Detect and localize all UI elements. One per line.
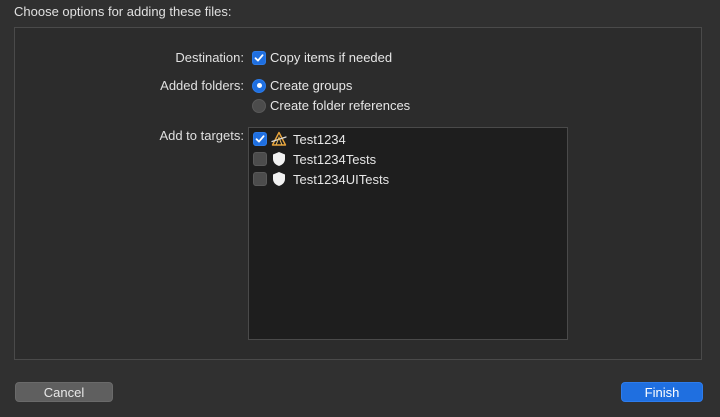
target-row-test1234tests[interactable]: Test1234Tests xyxy=(253,150,376,168)
target-name: Test1234 xyxy=(293,131,346,147)
target-checkbox-test1234[interactable] xyxy=(253,132,267,146)
added-folders-label: Added folders: xyxy=(160,78,244,93)
targets-list[interactable]: Test1234 Test1234Tests Test1234UITests xyxy=(248,127,568,340)
checkmark-icon xyxy=(255,135,265,143)
target-checkbox-test1234uitests[interactable] xyxy=(253,172,267,186)
create-folder-references-radio[interactable] xyxy=(252,98,266,113)
copy-items-checkbox[interactable] xyxy=(252,50,266,65)
create-folder-references-label: Create folder references xyxy=(270,98,411,113)
target-name: Test1234UITests xyxy=(293,171,390,187)
target-checkbox-test1234tests[interactable] xyxy=(253,152,267,166)
finish-button[interactable]: Finish xyxy=(621,382,703,402)
add-to-targets-label: Add to targets: xyxy=(159,128,244,143)
target-row-test1234[interactable]: Test1234 xyxy=(253,130,346,148)
create-folder-references-radio-row[interactable]: Create folder references xyxy=(252,98,410,113)
dialog-prompt: Choose options for adding these files: xyxy=(14,4,232,19)
copy-items-checkbox-row[interactable]: Copy items if needed xyxy=(252,50,392,65)
app-icon xyxy=(271,131,287,147)
target-row-test1234uitests[interactable]: Test1234UITests xyxy=(253,170,389,188)
target-name: Test1234Tests xyxy=(293,151,377,167)
create-groups-label: Create groups xyxy=(270,78,353,93)
copy-items-label: Copy items if needed xyxy=(270,50,393,65)
create-groups-radio[interactable] xyxy=(252,78,266,93)
cancel-button[interactable]: Cancel xyxy=(15,382,113,402)
test-bundle-icon xyxy=(271,171,287,187)
destination-label: Destination: xyxy=(175,50,244,65)
checkmark-icon xyxy=(254,53,264,61)
create-groups-radio-row[interactable]: Create groups xyxy=(252,78,352,93)
test-bundle-icon xyxy=(271,151,287,167)
